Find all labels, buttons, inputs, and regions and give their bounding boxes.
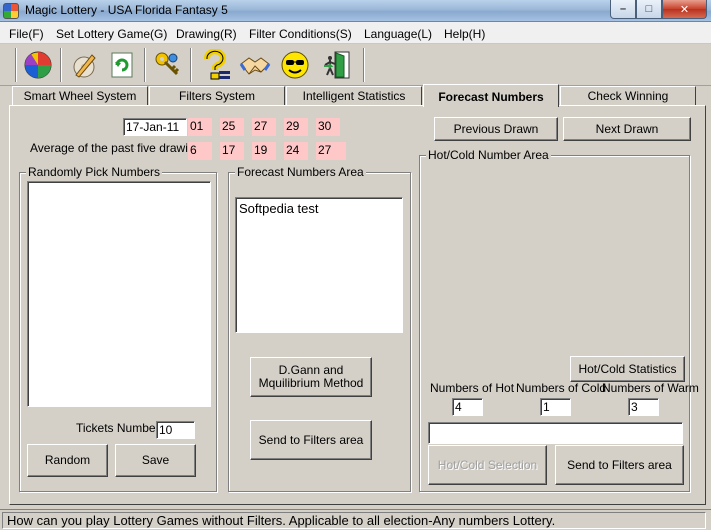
cold-count-label: Numbers of Cold: [516, 381, 607, 395]
color-wheel-icon[interactable]: [22, 49, 54, 81]
previous-drawn-button[interactable]: Previous Drawn: [434, 117, 558, 141]
random-numbers-list[interactable]: [27, 181, 211, 407]
tab-check-winning[interactable]: Check Winning: [560, 86, 696, 105]
toolbar-separator: [190, 48, 192, 82]
hot-cold-statistics-button[interactable]: Hot/Cold Statistics: [570, 356, 685, 382]
menu-bar: File(F) Set Lottery Game(G) Drawing(R) F…: [0, 22, 711, 44]
tab-intelligent-statistics[interactable]: Intelligent Statistics: [286, 86, 422, 105]
average-number-5: 27: [316, 142, 346, 160]
close-button[interactable]: ✕: [662, 0, 707, 19]
maximize-button[interactable]: □: [636, 0, 662, 19]
random-button[interactable]: Random: [27, 444, 108, 477]
help-question-icon[interactable]: [199, 49, 231, 81]
hot-cold-send-to-filters-button[interactable]: Send to Filters area: [555, 445, 684, 485]
refresh-icon[interactable]: [106, 49, 138, 81]
toolbar-separator: [60, 48, 62, 82]
tickets-numbers-label: Tickets Numbers: [76, 421, 166, 435]
save-button[interactable]: Save: [115, 444, 196, 477]
next-drawn-button[interactable]: Next Drawn: [563, 117, 691, 141]
menu-drawing[interactable]: Drawing(R): [176, 27, 237, 41]
hot-count-field[interactable]: 4: [452, 398, 483, 416]
cold-count-field[interactable]: 1: [540, 398, 571, 416]
drawn-number-2: 25: [220, 118, 244, 136]
tab-smart-wheel-system[interactable]: Smart Wheel System: [12, 86, 148, 105]
hot-cold-group-title: Hot/Cold Number Area: [426, 148, 551, 162]
drawn-number-1: 01: [188, 118, 212, 136]
handshake-icon[interactable]: [239, 49, 271, 81]
tickets-numbers-field[interactable]: 10: [156, 421, 195, 439]
warm-count-field[interactable]: 3: [628, 398, 659, 416]
average-number-3: 19: [252, 142, 276, 160]
menu-help[interactable]: Help(H): [444, 27, 485, 41]
pencil-disc-icon[interactable]: [68, 49, 100, 81]
status-text: How can you play Lottery Games without F…: [2, 512, 706, 529]
drawn-number-4: 29: [284, 118, 308, 136]
smiley-icon[interactable]: [279, 49, 311, 81]
menu-filter-conditions[interactable]: Filter Conditions(S): [249, 27, 352, 41]
tab-forecast-numbers[interactable]: Forecast Numbers: [423, 84, 559, 107]
forecast-numbers-group-title: Forecast Numbers Area: [235, 165, 366, 179]
minimize-button[interactable]: –: [610, 0, 636, 19]
status-bar: How can you play Lottery Games without F…: [0, 509, 711, 530]
hot-count-label: Numbers of Hot: [430, 381, 515, 395]
menu-language[interactable]: Language(L): [364, 27, 432, 41]
exit-door-icon[interactable]: [321, 49, 353, 81]
average-number-4: 24: [284, 142, 308, 160]
warm-count-label: Numbers of Warm: [602, 381, 699, 395]
drawn-number-3: 27: [252, 118, 276, 136]
average-label: Average of the past five drawings: [30, 141, 208, 155]
window-title: Magic Lottery - USA Florida Fantasy 5: [25, 3, 228, 17]
app-icon: [3, 3, 19, 19]
menu-set-lottery-game[interactable]: Set Lottery Game(G): [56, 27, 167, 41]
random-pick-group-title: Randomly Pick Numbers: [26, 165, 163, 179]
draw-date-field[interactable]: 17-Jan-11: [123, 118, 187, 136]
toolbar-separator: [363, 48, 365, 82]
average-number-1: 6: [188, 142, 212, 160]
average-number-2: 17: [220, 142, 244, 160]
forecast-send-to-filters-button[interactable]: Send to Filters area: [250, 420, 372, 460]
hot-cold-selection-button[interactable]: Hot/Cold Selection: [428, 445, 547, 485]
tab-filters-system[interactable]: Filters System: [149, 86, 285, 105]
toolbar: [0, 44, 711, 86]
toolbar-separator: [144, 48, 146, 82]
forecast-numbers-textarea[interactable]: Softpedia test: [235, 197, 403, 333]
keys-icon[interactable]: [152, 49, 184, 81]
menu-file[interactable]: File(F): [9, 27, 44, 41]
drawn-number-5: 30: [316, 118, 340, 136]
title-bar[interactable]: Magic Lottery - USA Florida Fantasy 5 – …: [0, 0, 711, 22]
gann-method-button[interactable]: D.Gann and Mquilibrium Method: [250, 357, 372, 397]
hot-cold-selection-field[interactable]: [428, 422, 683, 444]
toolbar-separator: [15, 48, 17, 82]
